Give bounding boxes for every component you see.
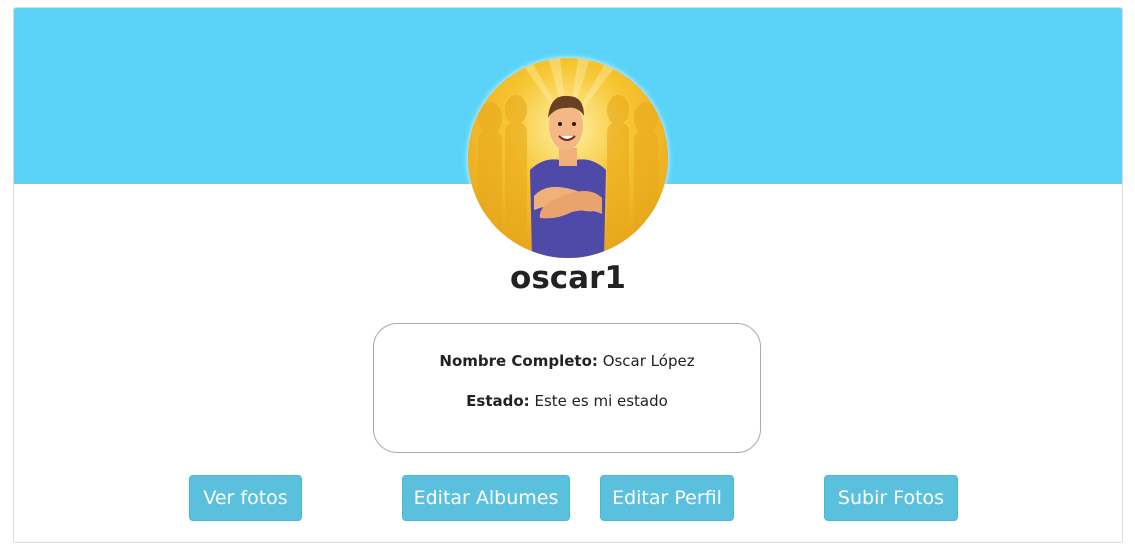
avatar [468, 58, 668, 258]
avatar-illustration [468, 58, 668, 258]
profile-card: oscar1 Nombre Completo: Oscar López Esta… [13, 7, 1123, 543]
status-value: Este es mi estado [534, 392, 668, 410]
status-row: Estado: Este es mi estado [374, 392, 760, 410]
status-label: Estado: [466, 392, 530, 410]
full-name-value: Oscar López [602, 352, 695, 370]
view-photos-button[interactable]: Ver fotos [189, 475, 302, 521]
edit-albums-button[interactable]: Editar Albumes [402, 475, 570, 521]
profile-info-box: Nombre Completo: Oscar López Estado: Est… [373, 323, 761, 453]
edit-profile-button[interactable]: Editar Perfil [600, 475, 734, 521]
upload-photos-button[interactable]: Subir Fotos [824, 475, 958, 521]
full-name-row: Nombre Completo: Oscar López [374, 352, 760, 370]
full-name-label: Nombre Completo: [439, 352, 598, 370]
username-heading: oscar1 [510, 260, 626, 296]
